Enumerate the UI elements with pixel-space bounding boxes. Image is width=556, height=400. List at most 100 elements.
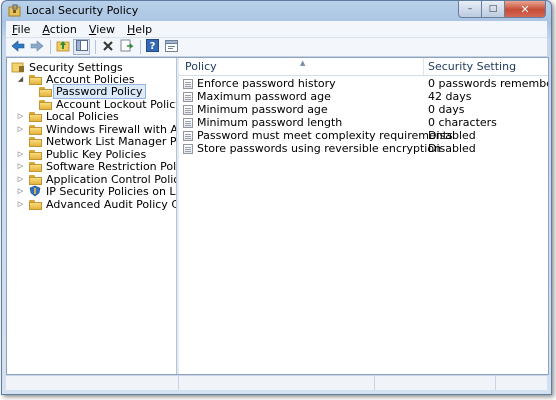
column-header-security-setting[interactable]: Security Setting xyxy=(428,58,516,75)
maximize-button[interactable]: □ xyxy=(481,1,505,18)
table-row[interactable]: Minimum password length 0 characters xyxy=(179,116,548,129)
folder-icon xyxy=(28,110,42,122)
policy-icon xyxy=(183,143,193,154)
menu-action-accelerator: A xyxy=(42,22,50,36)
folder-icon xyxy=(28,123,42,135)
table-row[interactable]: Store passwords using reversible encrypt… xyxy=(179,142,548,155)
close-button[interactable]: ✕ xyxy=(504,1,546,18)
policy-name: Minimum password length xyxy=(197,116,343,129)
table-row[interactable]: Minimum password age 0 days xyxy=(179,103,548,116)
tree-item-application-control[interactable]: ▷ Application Control Policies xyxy=(16,173,176,186)
show-hide-tree-icon xyxy=(75,40,88,54)
list-header: Policy ▲ Security Setting xyxy=(179,58,548,76)
table-row[interactable]: Maximum password age 42 days xyxy=(179,90,548,103)
forward-button[interactable] xyxy=(28,39,45,55)
help-icon: ? xyxy=(146,39,159,55)
toolbar-separator xyxy=(95,40,96,54)
menu-help[interactable]: Help xyxy=(121,23,158,36)
collapsed-chevron-icon[interactable]: ▷ xyxy=(16,200,25,209)
folder-icon xyxy=(28,160,42,172)
tree-item-network-list-manager[interactable]: Network List Manager Policies xyxy=(16,135,176,148)
console-tree[interactable]: Security Settings ◢ Account Policies Pas… xyxy=(7,58,177,374)
folder-icon xyxy=(28,73,42,85)
back-arrow-icon xyxy=(11,39,25,55)
policy-name: Store passwords using reversible encrypt… xyxy=(197,142,442,155)
toolbar-separator xyxy=(140,40,141,54)
menu-help-label: elp xyxy=(135,22,153,36)
tree-item-advanced-audit[interactable]: ▷ Advanced Audit Policy Configuration xyxy=(16,197,176,211)
menu-action[interactable]: Action xyxy=(36,23,82,36)
folder-icon xyxy=(28,148,42,160)
up-one-level-button[interactable] xyxy=(54,39,71,55)
app-window: Local Security Policy – □ ✕ File Action … xyxy=(1,0,552,395)
policy-name: Enforce password history xyxy=(197,77,336,90)
properties-icon xyxy=(165,39,178,55)
window-title: Local Security Policy xyxy=(26,4,139,17)
delete-button[interactable] xyxy=(99,39,116,55)
table-row[interactable]: Password must meet complexity requiremen… xyxy=(179,129,548,142)
table-row[interactable]: Enforce password history 0 passwords rem… xyxy=(179,77,548,90)
main-content: Security Settings ◢ Account Policies Pas… xyxy=(6,57,549,375)
policy-name: Minimum password age xyxy=(197,103,328,116)
tree-item-local-policies[interactable]: ▷ Local Policies xyxy=(16,110,119,123)
policy-setting: Disabled xyxy=(428,129,476,142)
collapsed-chevron-icon[interactable]: ▷ xyxy=(16,187,25,196)
tree-item-password-policy[interactable]: Password Policy xyxy=(38,83,146,99)
tree-item-public-key-policies[interactable]: ▷ Public Key Policies xyxy=(16,148,146,161)
minimize-button[interactable]: – xyxy=(458,1,482,18)
title-bar[interactable]: Local Security Policy – □ ✕ xyxy=(2,1,551,21)
security-settings-icon xyxy=(11,61,25,73)
tree-label: Advanced Audit Policy Configuration xyxy=(46,197,176,211)
column-divider[interactable] xyxy=(423,58,424,75)
delete-icon xyxy=(102,40,114,55)
policy-icon xyxy=(183,117,193,128)
menu-view[interactable]: View xyxy=(83,23,121,36)
collapsed-chevron-icon[interactable]: ▷ xyxy=(16,175,25,184)
back-button[interactable] xyxy=(9,39,26,55)
menu-bar: File Action View Help xyxy=(6,21,547,38)
properties-button[interactable] xyxy=(163,39,180,55)
policy-setting: 0 passwords remembered xyxy=(428,77,548,90)
policy-name: Maximum password age xyxy=(197,90,331,103)
folder-icon xyxy=(38,85,52,97)
show-hide-console-tree-button[interactable] xyxy=(73,39,90,55)
export-list-icon xyxy=(120,39,134,55)
status-cell xyxy=(375,376,496,390)
policy-icon xyxy=(183,91,193,102)
tree-label: Software Restriction Policies xyxy=(46,159,177,173)
folder-icon xyxy=(38,98,52,110)
no-chevron xyxy=(16,137,25,146)
tree-item-software-restriction[interactable]: ▷ Software Restriction Policies xyxy=(16,159,177,173)
caption-buttons: – □ ✕ xyxy=(458,1,546,18)
collapsed-chevron-icon[interactable]: ▷ xyxy=(16,150,25,159)
collapsed-chevron-icon[interactable]: ▷ xyxy=(16,125,25,134)
policy-setting: 0 characters xyxy=(428,116,497,129)
tree-item-windows-firewall[interactable]: ▷ Windows Firewall with Advanced Secu xyxy=(16,123,176,136)
menu-view-label: iew xyxy=(96,22,116,36)
toolbar: ? xyxy=(6,38,547,57)
menu-file[interactable]: File xyxy=(6,23,36,36)
security-policy-app-icon[interactable] xyxy=(8,4,22,18)
tree-item-ip-security[interactable]: ▷ IP Security Policies on Local Compute xyxy=(16,184,176,198)
menu-action-label: ction xyxy=(49,22,77,36)
status-cell xyxy=(6,376,179,390)
tree-label: IP Security Policies on Local Compute xyxy=(46,184,176,198)
status-cell xyxy=(179,376,375,390)
details-list[interactable]: Policy ▲ Security Setting Enforce passwo… xyxy=(179,58,548,374)
collapsed-chevron-icon[interactable]: ▷ xyxy=(16,162,25,171)
tree-item-account-lockout-policy[interactable]: Account Lockout Policy xyxy=(38,98,176,111)
column-header-policy[interactable]: Policy xyxy=(185,58,217,75)
policy-name: Password must meet complexity requiremen… xyxy=(197,129,453,142)
policy-setting: 42 days xyxy=(428,90,472,103)
up-folder-icon xyxy=(56,39,70,55)
policy-icon xyxy=(183,78,193,89)
ip-security-shield-icon xyxy=(28,185,42,197)
export-list-button[interactable] xyxy=(118,39,135,55)
sort-ascending-icon: ▲ xyxy=(300,59,306,67)
policy-icon xyxy=(183,104,193,115)
help-button[interactable]: ? xyxy=(144,39,161,55)
collapsed-chevron-icon[interactable]: ▷ xyxy=(16,112,25,121)
expanded-chevron-icon[interactable]: ◢ xyxy=(16,75,25,84)
policy-setting: Disabled xyxy=(428,142,476,155)
tree-item-security-settings[interactable]: Security Settings xyxy=(11,61,123,74)
